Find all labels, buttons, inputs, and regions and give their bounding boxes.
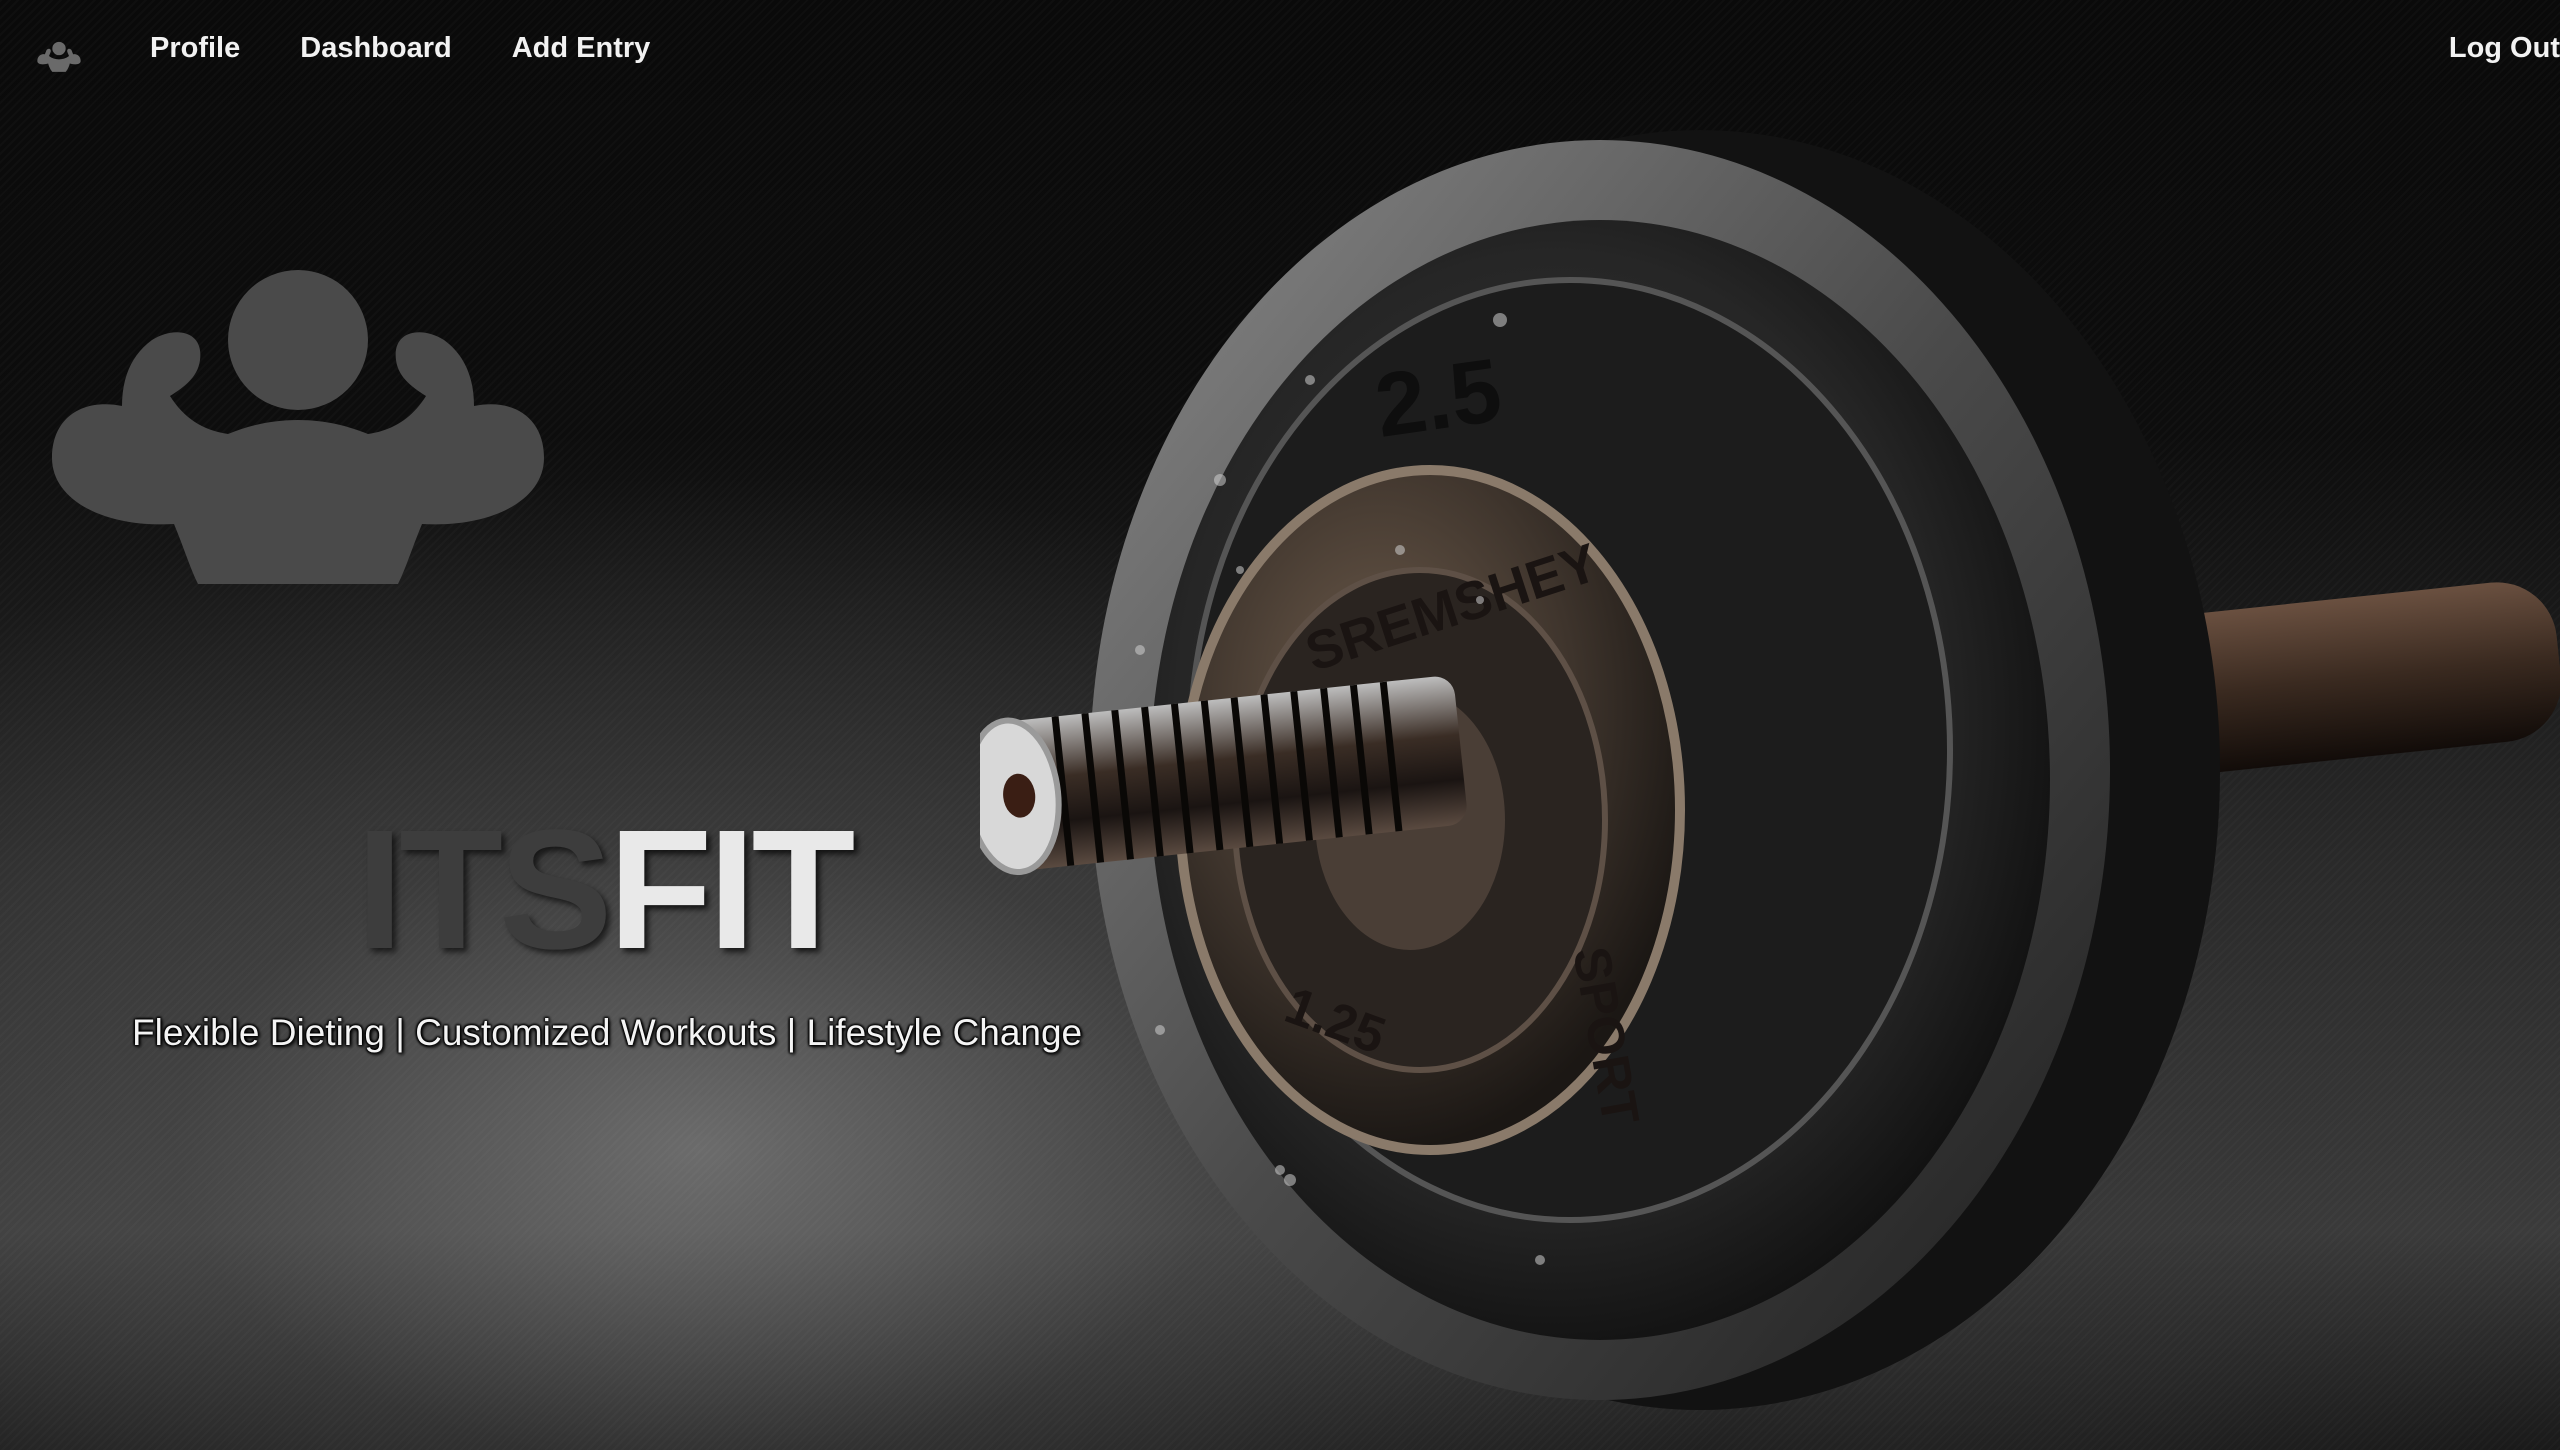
brand-title-its: ITS: [356, 795, 612, 985]
nav-links: Profile Dashboard Add Entry: [150, 28, 650, 68]
logout-link[interactable]: Log Out: [2449, 28, 2560, 68]
nav-profile-link[interactable]: Profile: [150, 28, 240, 68]
brand-title-fit: FIT: [608, 795, 855, 985]
landing-page: SREMSHEY SPORT 1.25 2.5 Profile Dashboar…: [0, 0, 2560, 1450]
nav-dashboard-link[interactable]: Dashboard: [300, 28, 451, 68]
flexing-man-icon: [52, 270, 544, 584]
dumbbell-image: SREMSHEY SPORT 1.25 2.5: [980, 130, 2560, 1410]
plate-text-outer: 2.5: [1369, 340, 1507, 456]
top-navbar: Profile Dashboard Add Entry Log Out: [0, 0, 2560, 96]
nav-add-entry-link[interactable]: Add Entry: [512, 28, 651, 68]
brand-tagline: Flexible Dieting | Customized Workouts |…: [132, 1012, 1083, 1053]
brand-title: ITSFIT: [356, 800, 855, 980]
flexing-man-icon[interactable]: [34, 36, 84, 76]
